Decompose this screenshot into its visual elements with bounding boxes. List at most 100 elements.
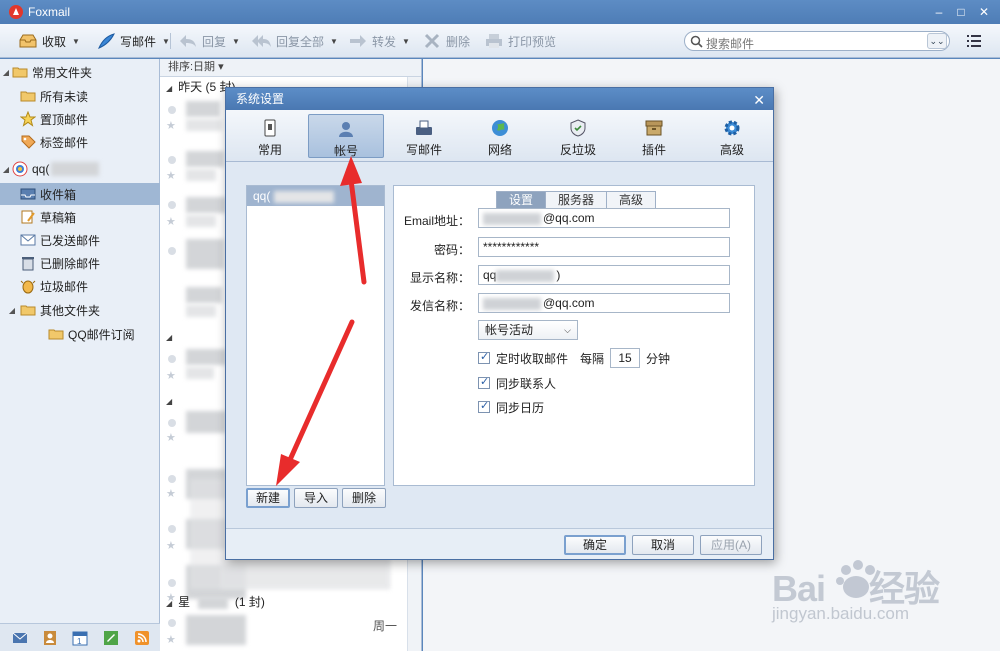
sidebar-item-label: qq(: [32, 162, 50, 176]
compose-label: 写邮件: [120, 34, 157, 49]
sidebar-item-deleted[interactable]: 已删除邮件: [0, 252, 160, 274]
chevron-down-icon: ⌵: [564, 325, 571, 335]
shield-icon: [570, 119, 586, 137]
tab-label: 常用: [257, 143, 282, 157]
sidebar-item-sent[interactable]: 已发送邮件: [0, 229, 160, 251]
foxmail-logo-icon: [9, 5, 23, 19]
collapse-arrow-icon[interactable]: ◢: [0, 165, 12, 174]
apply-button[interactable]: 应用(A): [700, 535, 762, 555]
group-collapse-icon[interactable]: ◢: [166, 84, 172, 93]
ok-button[interactable]: 确定: [564, 535, 626, 555]
reply-all-icon: [252, 35, 271, 47]
collapse-arrow-icon[interactable]: ◢: [6, 306, 18, 315]
group-header-bottom[interactable]: ◢ 星 (1 封): [160, 593, 408, 611]
globe-icon: [492, 120, 508, 136]
search-options-chevron-icon[interactable]: ⌄⌄: [927, 33, 947, 49]
sidebar-item-pinned[interactable]: 置顶邮件: [0, 108, 160, 130]
account-status-select[interactable]: 帐号活动 ⌵: [478, 320, 578, 340]
sync-calendar-label: 同步日历: [496, 400, 545, 415]
group-collapse-icon[interactable]: ◢: [166, 333, 172, 342]
sidebar-item-spam[interactable]: 垃圾邮件: [0, 275, 160, 297]
email-field[interactable]: @qq.com: [478, 208, 730, 228]
sidebar-item-label: 标签邮件: [40, 135, 89, 150]
tab-network[interactable]: 网络: [462, 114, 538, 158]
search-box[interactable]: 搜索邮件 ⌄⌄: [684, 31, 950, 51]
subtab-settings[interactable]: 设置: [496, 191, 547, 209]
new-account-button[interactable]: 新建: [246, 488, 290, 508]
folder-icon: [12, 67, 28, 78]
sync-calendar-checkbox[interactable]: [478, 399, 490, 413]
email-value: @qq.com: [543, 211, 595, 225]
sidebar-item-label: 所有未读: [40, 89, 89, 104]
delete-account-button[interactable]: 删除: [342, 488, 386, 508]
sidebar-item-label: 草稿箱: [40, 210, 77, 225]
contacts-icon[interactable]: [42, 630, 58, 646]
svg-text:1: 1: [77, 637, 82, 646]
tab-label: 帐号: [333, 144, 358, 158]
folder-sidebar: ◢ 常用文件夹 所有未读 置顶邮件 标签邮件 ◢ qq( 收件箱 草稿箱 已发送…: [0, 59, 160, 651]
settings-dialog: 系统设置 ✕ 常用 帐号 写邮件 网络 反垃圾 插件 高级 qq(新建 导入 …: [225, 87, 774, 560]
tab-compose[interactable]: 写邮件: [386, 114, 462, 158]
import-account-button[interactable]: 导入: [294, 488, 338, 508]
compose-button[interactable]: 写邮件 ▼: [96, 31, 170, 51]
sidebar-item-all-unread[interactable]: 所有未读: [0, 85, 160, 107]
account-list-item[interactable]: qq(: [247, 186, 384, 206]
mail-view-icon[interactable]: [12, 630, 28, 646]
subtab-server[interactable]: 服务器: [545, 191, 608, 209]
subtab-advanced[interactable]: 高级: [606, 191, 657, 209]
maximize-icon[interactable]: □: [952, 3, 970, 21]
interval-input[interactable]: 15: [610, 348, 641, 368]
forward-button[interactable]: 转发 ▼: [348, 31, 410, 51]
sidebar-item-qq-subscription[interactable]: QQ邮件订阅: [0, 323, 160, 345]
sidebar-item-other-folders[interactable]: ◢ 其他文件夹: [0, 299, 160, 321]
tab-advanced[interactable]: 高级: [694, 114, 770, 158]
title-bar: Foxmail – □ ✕: [0, 0, 1000, 24]
settings-subtabs: 设置 服务器 高级: [496, 191, 657, 209]
sync-calendar-row: 同步日历: [478, 399, 544, 415]
tab-general[interactable]: 常用: [232, 114, 308, 158]
rss-feed-icon[interactable]: [134, 630, 150, 646]
account-list: qq(: [246, 185, 385, 486]
cancel-button[interactable]: 取消: [632, 535, 694, 555]
sidebar-item-qq-account[interactable]: ◢ qq(: [0, 158, 160, 180]
reply-button[interactable]: 回复 ▼: [178, 31, 240, 51]
delete-button[interactable]: 删除: [422, 31, 470, 51]
sort-dropdown[interactable]: 排序:日期 ▾: [160, 59, 421, 77]
folder-icon: [20, 91, 36, 102]
tab-account[interactable]: 帐号: [308, 114, 384, 158]
calendar-icon[interactable]: 1: [72, 630, 88, 646]
search-placeholder: 搜索邮件: [706, 37, 755, 51]
minimize-icon[interactable]: –: [930, 3, 948, 21]
sidebar-item-drafts[interactable]: 草稿箱: [0, 206, 160, 228]
group-count: (1 封): [234, 595, 265, 609]
close-icon[interactable]: ✕: [975, 3, 993, 21]
reply-all-button[interactable]: 回复全部 ▼: [252, 31, 338, 51]
display-name-field[interactable]: qq): [478, 265, 730, 285]
sender-name-value: @qq.com: [543, 296, 595, 310]
sync-contacts-row: 同步联系人: [478, 375, 556, 391]
collapse-arrow-icon[interactable]: ◢: [0, 68, 12, 77]
tab-plugins[interactable]: 插件: [616, 114, 692, 158]
sidebar-item-inbox[interactable]: 收件箱: [0, 183, 160, 205]
sender-name-field[interactable]: @qq.com: [478, 293, 730, 313]
receive-button[interactable]: 收取 ▼: [18, 31, 80, 51]
user-icon: [339, 122, 353, 137]
forward-label: 转发: [372, 34, 397, 49]
sidebar-item-common-folders[interactable]: ◢ 常用文件夹: [0, 61, 160, 83]
dialog-close-icon[interactable]: ✕: [753, 89, 765, 111]
print-preview-button[interactable]: 打印预览: [484, 31, 556, 51]
password-field[interactable]: ************: [478, 237, 730, 257]
auto-receive-checkbox[interactable]: [478, 350, 490, 364]
notes-icon[interactable]: [103, 630, 119, 646]
group-collapse-icon[interactable]: ◢: [166, 599, 172, 608]
account-status-value: 帐号活动: [485, 323, 534, 337]
inbox-tray-icon: [19, 34, 37, 48]
interval-unit: 分钟: [646, 351, 671, 366]
tab-antispam[interactable]: 反垃圾: [540, 114, 616, 158]
sidebar-item-tagged[interactable]: 标签邮件: [0, 131, 160, 153]
app-title: Foxmail: [28, 5, 71, 19]
group-collapse-icon[interactable]: ◢: [166, 397, 172, 406]
reply-arrow-icon: [180, 35, 196, 47]
main-menu-icon[interactable]: [966, 33, 982, 49]
sync-contacts-checkbox[interactable]: [478, 375, 490, 389]
